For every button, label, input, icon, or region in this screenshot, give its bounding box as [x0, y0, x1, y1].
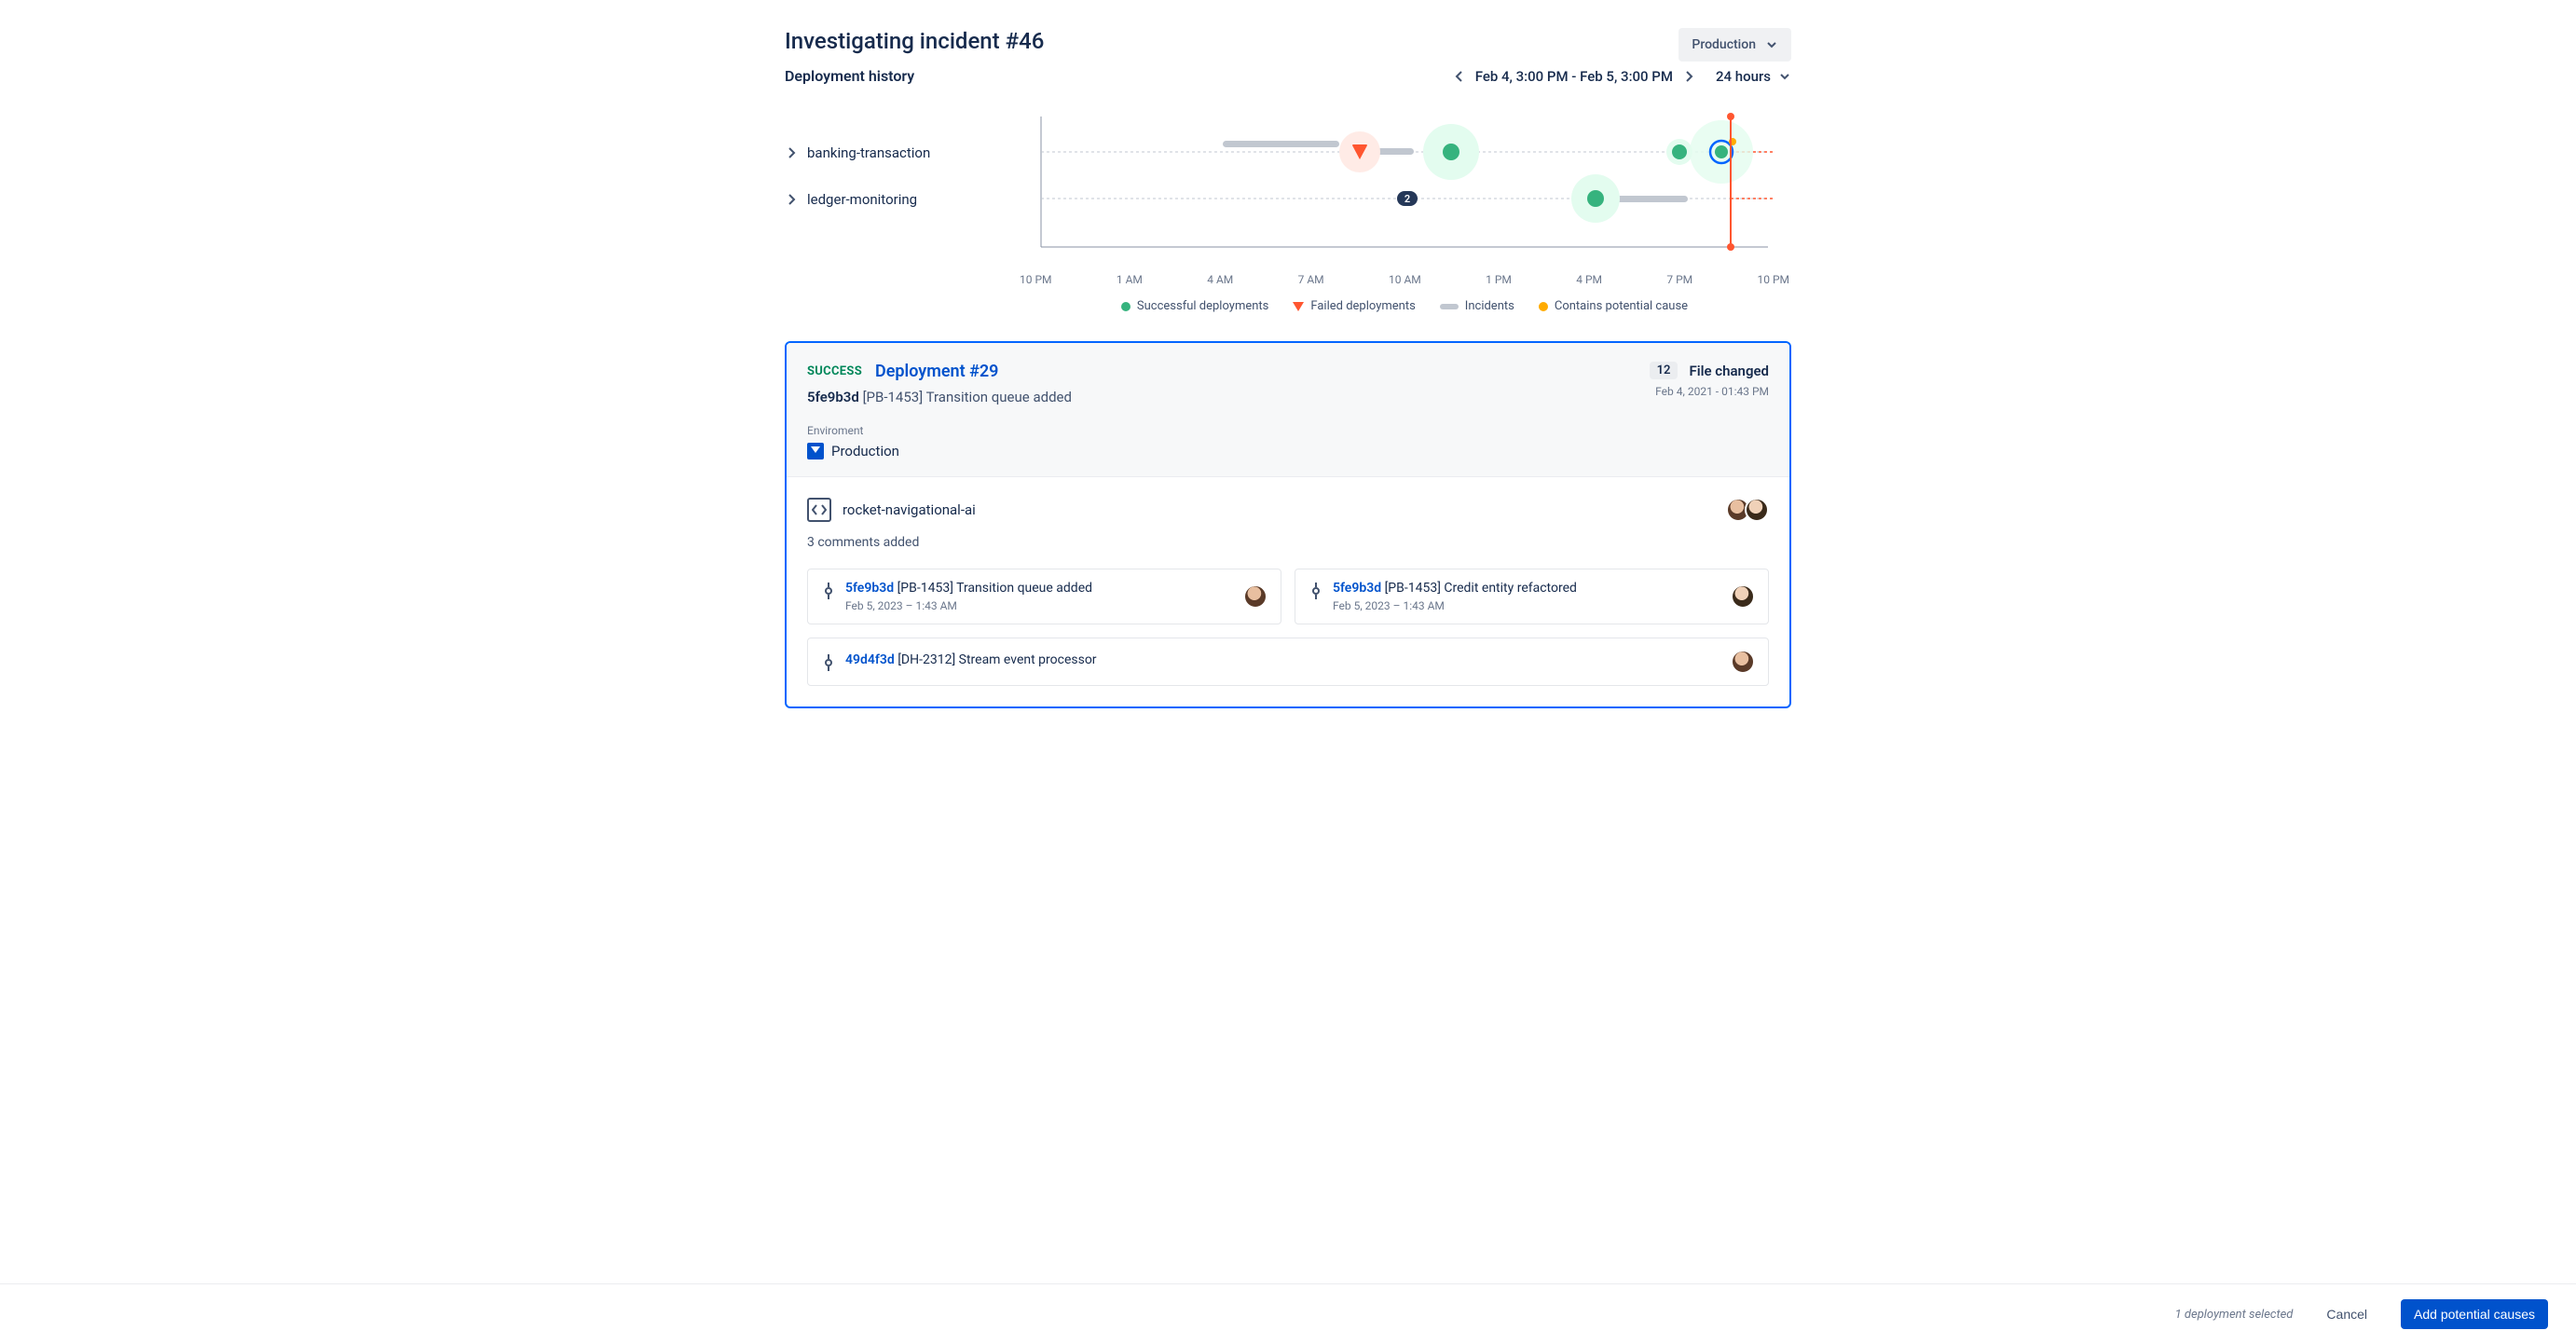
incident-bar-icon	[1440, 304, 1459, 309]
svg-text:2: 2	[1404, 193, 1410, 205]
timeline-chart[interactable]: 2	[1018, 107, 1791, 266]
commit-card[interactable]: 5fe9b3d [PB-1453] Transition queue added…	[807, 569, 1281, 624]
deployment-card: SUCCESS Deployment #29 5fe9b3d [PB-1453]…	[785, 341, 1791, 708]
deployment-timestamp: Feb 4, 2021 - 01:43 PM	[1650, 385, 1769, 398]
timeline-x-axis: 10 PM 1 AM 4 AM 7 AM 10 AM 1 PM 4 PM 7 P…	[1018, 273, 1791, 286]
commit-card[interactable]: 5fe9b3d [PB-1453] Credit entity refactor…	[1295, 569, 1769, 624]
file-changed-label: File changed	[1689, 363, 1769, 379]
environment-value: Production	[831, 443, 899, 459]
chevron-right-icon	[785, 193, 798, 206]
bitbucket-icon	[807, 443, 824, 459]
potential-cause-dot-icon	[1539, 302, 1548, 311]
commit-message: [PB-1453] Transition queue added	[863, 389, 1072, 405]
next-range-button[interactable]	[1682, 70, 1695, 83]
environment-selector-label: Production	[1692, 37, 1756, 52]
selection-summary: 1 deployment selected	[2175, 1308, 2294, 1322]
failed-triangle-icon	[1293, 302, 1304, 311]
cancel-button[interactable]: Cancel	[2313, 1299, 2380, 1329]
timeline: banking-transaction ledger-monitoring	[785, 107, 1791, 313]
chevron-right-icon	[785, 146, 798, 159]
timeline-legend: Successful deployments Failed deployment…	[1018, 299, 1791, 313]
avatar[interactable]	[1745, 498, 1769, 522]
avatar[interactable]	[1731, 650, 1755, 674]
prev-range-button[interactable]	[1453, 70, 1466, 83]
repo-name[interactable]: rocket-navigational-ai	[843, 501, 976, 518]
status-badge: SUCCESS	[807, 364, 862, 378]
avatar[interactable]	[1731, 584, 1755, 609]
time-window-selector[interactable]: 24 hours	[1716, 68, 1791, 85]
commit-card[interactable]: 49d4f3d [DH-2312] Stream event processor	[807, 638, 1769, 686]
commit-icon	[821, 581, 836, 599]
comments-added: 3 comments added	[807, 535, 1769, 550]
commit-hash: 5fe9b3d	[807, 389, 859, 405]
file-count-badge: 12	[1650, 362, 1679, 379]
commit-icon	[1309, 581, 1323, 599]
section-title: Deployment history	[785, 67, 914, 85]
contributor-avatars	[1732, 498, 1769, 522]
success-dot-icon	[1121, 302, 1130, 311]
footer-bar: 1 deployment selected Cancel Add potenti…	[0, 1283, 2576, 1344]
avatar[interactable]	[1243, 584, 1267, 609]
environment-selector[interactable]: Production	[1679, 28, 1791, 62]
chevron-down-icon	[1778, 70, 1791, 83]
deployment-title-link[interactable]: Deployment #29	[875, 362, 998, 381]
repo-icon	[807, 498, 831, 522]
date-range-text: Feb 4, 3:00 PM - Feb 5, 3:00 PM	[1475, 68, 1673, 85]
commit-icon	[821, 652, 836, 671]
time-window-label: 24 hours	[1716, 68, 1771, 85]
timeline-row-label[interactable]: ledger-monitoring	[785, 176, 1018, 223]
environment-label: Enviroment	[807, 424, 1072, 437]
timeline-row-label[interactable]: banking-transaction	[785, 130, 1018, 176]
page-title: Investigating incident #46	[785, 28, 1044, 54]
chevron-down-icon	[1765, 38, 1778, 51]
add-potential-causes-button[interactable]: Add potential causes	[2401, 1299, 2548, 1329]
